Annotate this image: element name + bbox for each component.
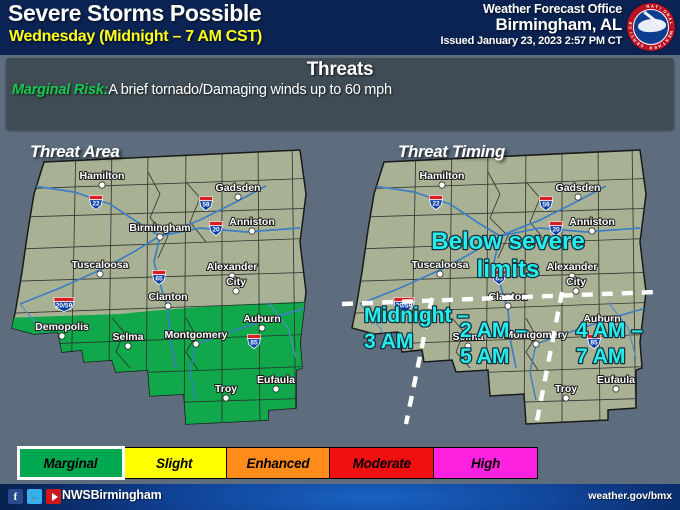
city-dot: [164, 302, 172, 310]
youtube-icon[interactable]: [46, 489, 61, 504]
city-dot: [222, 394, 230, 402]
city-label: Eufaula: [597, 374, 635, 386]
threats-detail: Marginal Risk:A brief tornado/Damaging w…: [6, 82, 674, 98]
city-dot: [124, 342, 132, 350]
city-label: Anniston: [569, 216, 615, 228]
page-subtitle: Wednesday (Midnight – 7 AM CST): [9, 28, 262, 45]
city-label: City: [566, 276, 586, 288]
city-dot: [438, 181, 446, 189]
social-links: f 🐦: [8, 489, 61, 504]
city-label: Tuscaloosa: [72, 259, 129, 271]
city-dot: [96, 270, 104, 278]
timing-window-label-2: 2 AM –: [460, 319, 527, 342]
threats-panel: Threats Marginal Risk:A brief tornado/Da…: [6, 58, 674, 130]
city-label: City: [226, 276, 246, 288]
shield-number: 85: [250, 339, 258, 346]
city-dot: [58, 332, 66, 340]
issued-timestamp: Issued January 23, 2023 2:57 PM CT: [440, 35, 622, 47]
legend-item-moderate: Moderate: [330, 448, 435, 478]
city-label: Montgomery: [165, 329, 228, 341]
shield-number: 65: [155, 275, 163, 282]
risk-description: A brief tornado/Damaging winds up to 60 …: [108, 82, 392, 98]
city-dot: [232, 287, 240, 295]
city-label: Alexander: [207, 261, 258, 273]
shield-number: 20: [212, 226, 220, 233]
shield-number: 59: [202, 201, 210, 208]
threat-area-map: Threat Area 22 59 20 65 20/59 85 Hamilto…: [0, 132, 340, 432]
city-dot: [504, 302, 512, 310]
city-dot: [588, 227, 596, 235]
city-dot: [572, 287, 580, 295]
threat-area-svg: 22 59 20 65 20/59 85 Hamilton Gadsden Anniston B…: [11, 149, 307, 425]
twitter-icon[interactable]: 🐦: [27, 489, 42, 504]
legend-item-high: High: [434, 448, 537, 478]
city-dot: [272, 385, 280, 393]
timing-window-label-2: 5 AM: [460, 345, 509, 368]
city-label: Gadsden: [216, 182, 261, 194]
marginal-risk-area: [12, 300, 306, 424]
legend-item-marginal: Marginal: [17, 446, 125, 480]
website-url[interactable]: weather.gov/bmx: [588, 490, 672, 502]
below-severe-limits-note: limits: [477, 256, 540, 283]
shield-number: 22: [92, 200, 100, 207]
city-label: Hamilton: [420, 170, 465, 182]
city-label: Selma: [113, 331, 144, 343]
city-label: Alexander: [547, 261, 598, 273]
nws-seal-logo: NATIONAL WEATHER SERVICE: [627, 3, 675, 51]
page-title: Severe Storms Possible: [8, 0, 262, 26]
timing-window-label-3: 7 AM: [576, 345, 625, 368]
legend-item-enhanced: Enhanced: [226, 448, 331, 478]
threats-heading: Threats: [306, 59, 374, 80]
city-dot: [258, 324, 266, 332]
city-dot: [562, 394, 570, 402]
city-dot: [192, 340, 200, 348]
city-label: Anniston: [229, 216, 275, 228]
city-label: Clanton: [148, 291, 187, 303]
nws-seal-inner: [633, 9, 669, 45]
city-label: Gadsden: [556, 182, 601, 194]
city-dot: [156, 233, 164, 241]
office-city: Birmingham, AL: [495, 15, 623, 34]
timing-window-label-1: Midnight –: [364, 304, 469, 327]
page-footer: f 🐦 NWSBirmingham weather.gov/bmx: [0, 484, 680, 510]
city-dot: [98, 181, 106, 189]
timing-window-label-3: 4 AM –: [576, 319, 643, 342]
city-label: Troy: [215, 383, 237, 395]
office-label: Weather Forecast Office: [483, 2, 622, 16]
shield-number: 20/59: [56, 302, 73, 309]
city-dot: [248, 227, 256, 235]
risk-level-label: Marginal Risk:: [12, 82, 109, 98]
city-dot: [612, 385, 620, 393]
page-header: Severe Storms Possible Wednesday (Midnig…: [0, 0, 680, 55]
city-label: Tuscaloosa: [412, 259, 469, 271]
threat-area-title: Threat Area: [30, 142, 120, 161]
shield-number: 22: [432, 200, 440, 207]
city-dot: [574, 193, 582, 201]
city-label: Demopolis: [35, 321, 89, 333]
social-handle[interactable]: NWSBirmingham: [62, 488, 162, 502]
city-dot: [532, 340, 540, 348]
city-label: Troy: [555, 383, 577, 395]
legend-item-slight: Slight: [122, 448, 227, 478]
threat-timing-map: Threat Timing 22 59 20 65 20/59 85 Hamil…: [340, 132, 680, 432]
below-severe-limits-note: Below severe: [431, 228, 584, 255]
city-label: Hamilton: [80, 170, 125, 182]
timing-window-label-1: 3 AM: [364, 330, 413, 353]
city-label: Eufaula: [257, 374, 295, 386]
city-dot: [234, 193, 242, 201]
office-block: Weather Forecast Office Birmingham, AL I…: [440, 2, 622, 47]
facebook-icon[interactable]: f: [8, 489, 23, 504]
city-label: Auburn: [243, 313, 280, 325]
city-label: Birmingham: [129, 222, 190, 234]
city-dot: [436, 270, 444, 278]
shield-number: 59: [542, 201, 550, 208]
threat-timing-svg: 22 59206520/5985 HamiltonGadsdenAnnistonT…: [341, 149, 657, 427]
risk-category-legend: Marginal Slight Enhanced Moderate High: [17, 446, 538, 480]
threat-timing-title: Threat Timing: [398, 142, 505, 161]
